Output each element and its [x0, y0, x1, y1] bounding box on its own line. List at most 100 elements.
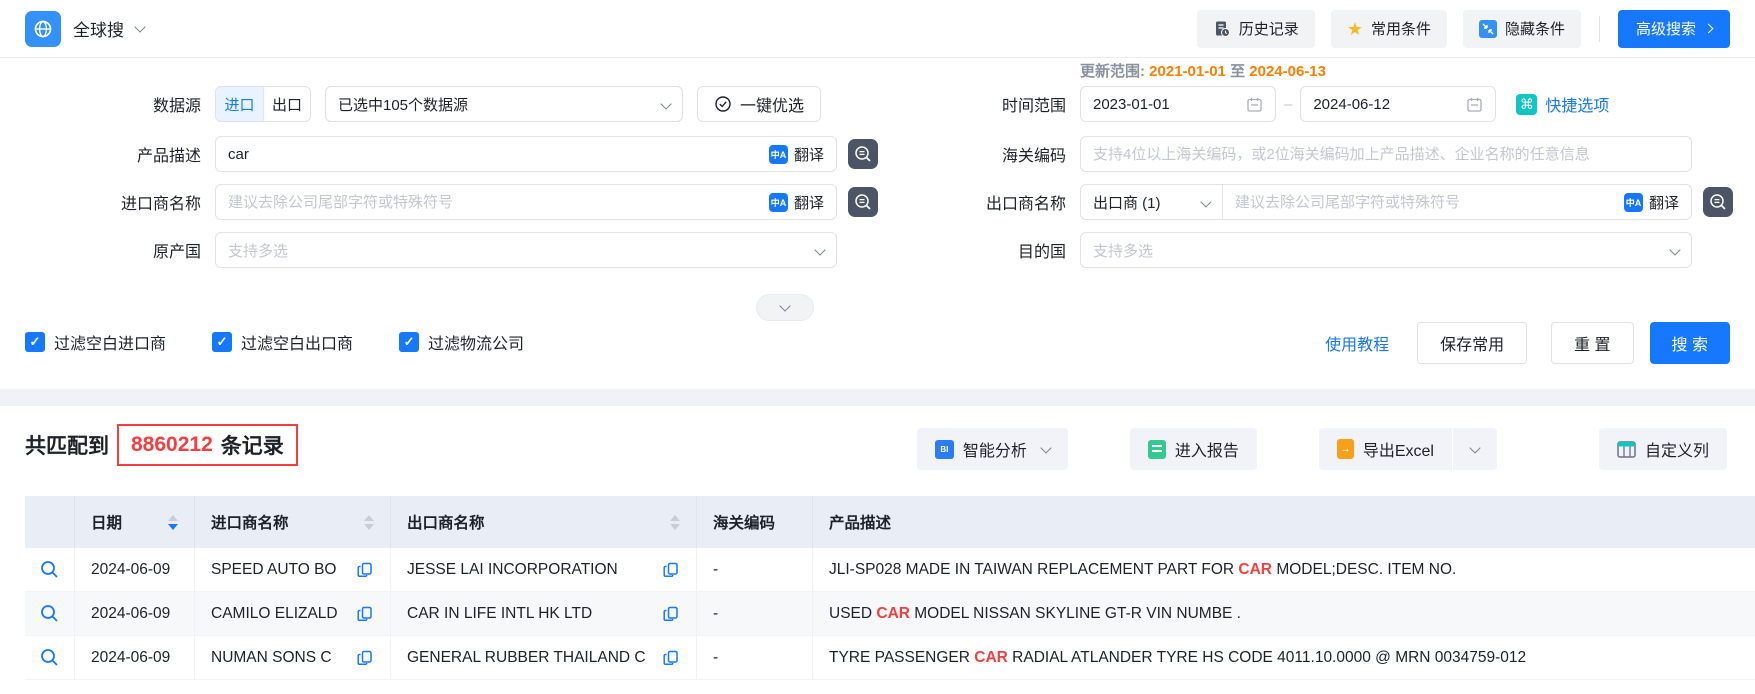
export-options-button[interactable]	[1453, 428, 1497, 470]
exporter-cell: JESSE LAI INCORPORATION	[391, 548, 697, 591]
copy-icon[interactable]	[356, 649, 374, 667]
custom-columns-button[interactable]: 自定义列	[1599, 428, 1727, 470]
smart-analysis-button[interactable]: 智能分析	[917, 428, 1068, 470]
product-desc-label: 产品描述	[25, 142, 215, 166]
one-click-optimize-button[interactable]: 一键优选	[697, 86, 821, 122]
favorites-button[interactable]: 常用条件	[1331, 10, 1447, 48]
destination-select[interactable]: 支持多选	[1080, 232, 1692, 268]
advanced-search-label: 高级搜索	[1636, 18, 1696, 39]
magnifier-icon[interactable]	[39, 603, 60, 624]
exporter-header-label: 出口商名称	[407, 511, 485, 533]
exporter-input[interactable]	[1223, 185, 1612, 219]
date-range-dash: –	[1284, 96, 1292, 113]
exporter-column-header: 出口商名称	[391, 496, 697, 548]
product-cell: USED CAR MODEL NISSAN SKYLINE GT-R VIN N…	[813, 592, 1755, 635]
checkbox-filter-blank-exporter[interactable]: 过滤空白出口商	[212, 330, 353, 354]
magnifier-icon[interactable]	[39, 647, 60, 668]
sort-control[interactable]	[670, 515, 680, 530]
checkbox-filter-blank-importer[interactable]: 过滤空白进口商	[25, 330, 166, 354]
enter-report-button[interactable]: 进入报告	[1130, 428, 1257, 470]
checkbox-filter-logistics[interactable]: 过滤物流公司	[399, 330, 524, 354]
exclude-search-icon[interactable]	[1703, 187, 1733, 217]
translate-button[interactable]: 中A 翻译	[757, 144, 836, 165]
export-excel-button[interactable]: 导出Excel	[1319, 428, 1452, 470]
copy-icon[interactable]	[662, 605, 680, 623]
checkbox-label: 过滤空白进口商	[54, 330, 166, 354]
exporter-label: 出口商名称	[900, 190, 1080, 214]
chevron-down-icon	[660, 98, 671, 109]
advanced-search-button[interactable]: 高级搜索	[1618, 10, 1730, 48]
exclude-search-icon[interactable]	[848, 139, 878, 169]
destination-label: 目的国	[900, 238, 1080, 262]
product-column-header: 产品描述	[813, 496, 1755, 548]
exporter-type-value: 出口商 (1)	[1093, 192, 1161, 213]
checkbox-label: 过滤空白出口商	[241, 330, 353, 354]
chevron-down-icon	[1669, 244, 1680, 255]
hs-header-label: 海关编码	[713, 511, 775, 533]
results-count-number: 8860212	[131, 433, 213, 457]
product-cell: TYRE PASSENGER CAR RADIAL ATLANDER TYRE …	[813, 636, 1755, 679]
save-favorite-button[interactable]: 保存常用	[1417, 322, 1527, 364]
end-date-input[interactable]: 2024-06-12	[1300, 86, 1496, 122]
translate-icon: 中A	[769, 193, 788, 212]
tutorial-link[interactable]: 使用教程	[1325, 331, 1389, 355]
destination-placeholder: 支持多选	[1093, 240, 1153, 261]
product-desc-field: 中A 翻译	[215, 136, 837, 172]
table-row: 2024-06-09 SPEED AUTO BO JESSE LAI INCOR…	[25, 548, 1755, 592]
hs-code-row: 海关编码	[900, 136, 1692, 172]
exclude-search-icon[interactable]	[848, 187, 878, 217]
origin-label: 原产国	[25, 238, 215, 262]
copy-icon[interactable]	[662, 649, 680, 667]
quick-options-button[interactable]: 快捷选项	[1516, 92, 1609, 116]
history-button[interactable]: 历史记录	[1197, 10, 1315, 48]
chevron-down-icon	[814, 244, 825, 255]
reset-button[interactable]: 重 置	[1551, 322, 1633, 364]
origin-select[interactable]: 支持多选	[215, 232, 837, 268]
search-button[interactable]: 搜 索	[1650, 322, 1730, 364]
results-toolbar: 智能分析 进入报告 导出Excel 自定义列	[917, 428, 1727, 470]
translate-button[interactable]: 中A 翻译	[1612, 192, 1691, 213]
table-header-row: 日期 进口商名称 出口商名称 海关编码 产品描述	[25, 496, 1755, 548]
data-source-select[interactable]: 已选中105个数据源	[325, 86, 683, 122]
origin-placeholder: 支持多选	[228, 240, 288, 261]
command-icon	[1516, 94, 1537, 115]
copy-icon[interactable]	[356, 605, 374, 623]
one-click-optimize-label: 一键优选	[740, 92, 804, 116]
favorites-label: 常用条件	[1371, 18, 1431, 39]
importer-input[interactable]	[216, 185, 757, 219]
sort-control[interactable]	[364, 515, 374, 530]
columns-grid-icon	[1617, 441, 1636, 458]
history-icon	[1213, 20, 1231, 38]
check-circle-icon	[714, 95, 732, 113]
destination-row: 目的国 支持多选	[900, 232, 1692, 268]
hs-code-column-header: 海关编码	[697, 496, 813, 548]
update-range-label: 更新范围:	[1080, 63, 1145, 80]
copy-icon[interactable]	[662, 561, 680, 579]
chevron-down-icon	[1469, 442, 1480, 453]
translate-icon: 中A	[769, 145, 788, 164]
magnifier-icon[interactable]	[39, 559, 60, 580]
results-count-prefix: 共匹配到	[25, 430, 109, 460]
hs-code-input[interactable]	[1081, 137, 1691, 171]
topbar-actions: 历史记录 常用条件 隐藏条件 高级搜索	[1181, 10, 1730, 48]
translate-label: 翻译	[794, 192, 824, 213]
importer-cell: CAMILO ELIZALD	[195, 592, 391, 635]
importer-cell: NUMAN SONS C	[195, 636, 391, 679]
star-icon	[1347, 20, 1363, 38]
chevron-down-icon	[1200, 196, 1211, 207]
exporter-type-select[interactable]: 出口商 (1)	[1081, 185, 1223, 219]
start-date-value: 2023-01-01	[1093, 96, 1170, 113]
product-desc-input[interactable]	[216, 137, 757, 171]
start-date-input[interactable]: 2023-01-01	[1080, 86, 1276, 122]
tab-export[interactable]: 出口	[263, 87, 310, 121]
tab-import[interactable]: 进口	[216, 87, 263, 121]
collapse-form-button[interactable]	[756, 294, 814, 321]
hide-conditions-button[interactable]: 隐藏条件	[1463, 10, 1581, 48]
copy-icon[interactable]	[356, 561, 374, 579]
update-range-to: 至	[1230, 63, 1245, 80]
data-source-selected-value: 已选中105个数据源	[338, 94, 468, 115]
chevron-down-icon[interactable]	[134, 21, 145, 32]
quick-options-label: 快捷选项	[1545, 92, 1609, 116]
sort-control[interactable]	[168, 515, 178, 530]
translate-button[interactable]: 中A 翻译	[757, 192, 836, 213]
